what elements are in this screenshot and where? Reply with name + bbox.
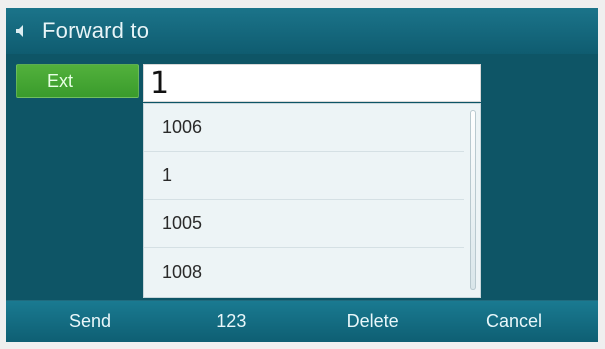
main-content: Ext 1 1006 1 1005 1008 <box>6 54 598 300</box>
page-title: Forward to <box>42 18 150 43</box>
suggestion-list: 1006 1 1005 1008 <box>144 104 464 297</box>
delete-softkey[interactable]: Delete <box>313 311 433 332</box>
input-mode-softkey[interactable]: 123 <box>171 311 291 332</box>
suggestion-item[interactable]: 1008 <box>144 248 464 296</box>
title-bar: Forward to <box>6 8 598 54</box>
suggestion-item[interactable]: 1006 <box>144 104 464 152</box>
ext-label: Ext <box>16 64 139 98</box>
softkey-bar: Send 123 Delete Cancel <box>6 300 598 342</box>
number-input[interactable]: 1 <box>143 64 481 102</box>
send-softkey[interactable]: Send <box>30 311 150 332</box>
scrollbar-thumb[interactable] <box>470 110 476 290</box>
speaker-back-icon[interactable] <box>14 22 32 40</box>
suggestion-item[interactable]: 1 <box>144 152 464 200</box>
cancel-softkey[interactable]: Cancel <box>454 311 574 332</box>
device-frame: Forward to Ext 1 1006 1 1005 1008 Send 1… <box>0 0 605 349</box>
suggestion-dropdown[interactable]: 1006 1 1005 1008 <box>143 103 481 298</box>
dropdown-scrollbar[interactable] <box>470 110 476 290</box>
phone-screen: Forward to Ext 1 1006 1 1005 1008 Send 1… <box>6 8 598 342</box>
suggestion-item[interactable]: 1005 <box>144 200 464 248</box>
